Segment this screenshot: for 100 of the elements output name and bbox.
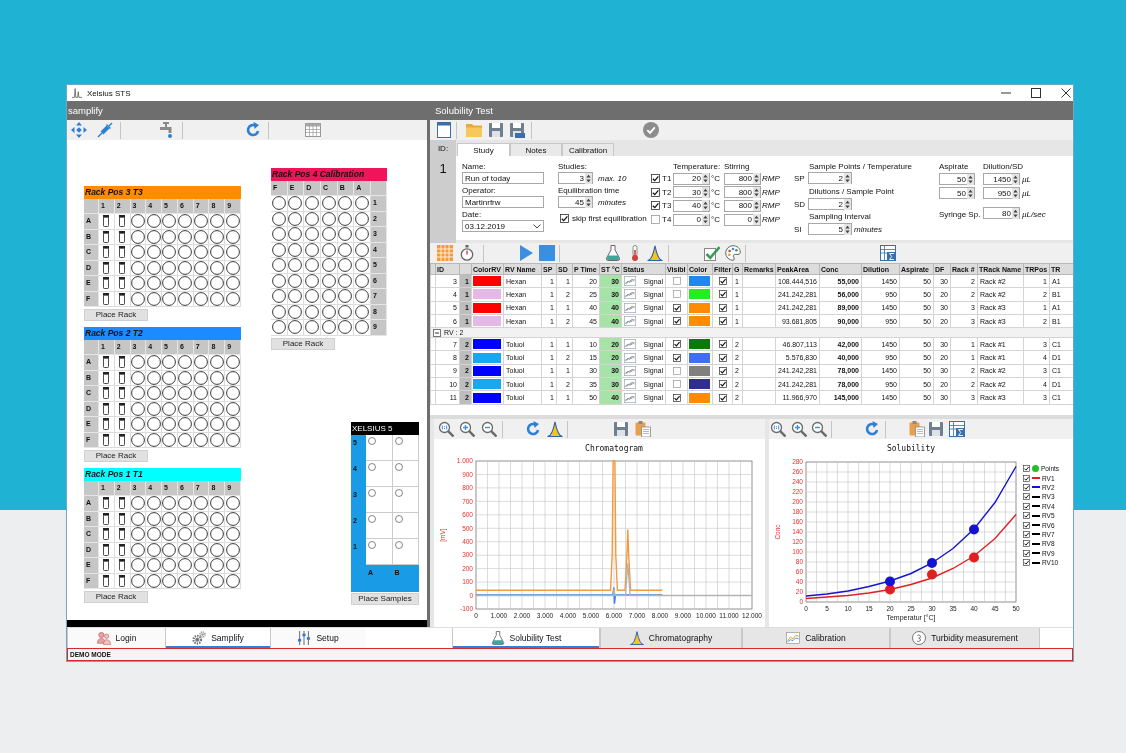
well-icon[interactable] bbox=[209, 417, 224, 432]
well-icon[interactable] bbox=[130, 573, 145, 588]
well-icon[interactable] bbox=[338, 227, 353, 242]
well-icon[interactable] bbox=[338, 289, 353, 304]
place-rack-button[interactable]: Place Rack bbox=[84, 591, 148, 603]
swatch-icon[interactable] bbox=[689, 352, 710, 363]
zoom-reset-icon[interactable] bbox=[438, 421, 454, 437]
operator-field[interactable]: Martinrfrw bbox=[462, 196, 544, 208]
spin-arrows-icon[interactable] bbox=[753, 200, 760, 212]
well-icon[interactable] bbox=[146, 401, 161, 416]
vial-icon[interactable] bbox=[119, 246, 126, 259]
tab[interactable]: Calibration bbox=[562, 143, 614, 156]
clipboard-icon[interactable] bbox=[909, 421, 925, 437]
well-icon[interactable] bbox=[288, 273, 303, 288]
swatch-icon[interactable] bbox=[689, 276, 710, 287]
vial-icon[interactable] bbox=[103, 433, 110, 446]
place-rack-button[interactable]: Place Rack bbox=[271, 337, 335, 350]
spin-arrows-icon[interactable] bbox=[702, 200, 709, 212]
well-icon[interactable] bbox=[209, 542, 224, 557]
vial-icon[interactable] bbox=[103, 559, 110, 572]
spin-arrows-icon[interactable] bbox=[753, 214, 760, 226]
vial-icon[interactable] bbox=[119, 559, 126, 572]
well-icon[interactable] bbox=[194, 401, 209, 416]
tab[interactable]: Calibration bbox=[742, 628, 890, 648]
well-icon[interactable] bbox=[194, 573, 209, 588]
checkbox[interactable] bbox=[1023, 559, 1030, 567]
well-icon[interactable] bbox=[146, 276, 161, 291]
well-icon[interactable] bbox=[305, 227, 320, 242]
place-rack-button[interactable]: Place Rack bbox=[84, 450, 148, 462]
checkbox[interactable] bbox=[718, 340, 727, 349]
swatch-icon[interactable] bbox=[473, 379, 501, 390]
swatch-icon[interactable] bbox=[689, 392, 710, 403]
well-icon[interactable] bbox=[321, 304, 336, 319]
vial-icon[interactable] bbox=[103, 371, 110, 384]
well-icon[interactable] bbox=[146, 527, 161, 542]
checkbox[interactable] bbox=[718, 366, 727, 375]
well-icon[interactable] bbox=[305, 289, 320, 304]
well-icon[interactable] bbox=[305, 320, 320, 335]
vial-icon[interactable] bbox=[103, 215, 110, 228]
well-icon[interactable] bbox=[355, 320, 370, 335]
vial-icon[interactable] bbox=[119, 528, 126, 541]
well-icon[interactable] bbox=[338, 211, 353, 226]
well-icon[interactable] bbox=[194, 260, 209, 275]
well-icon[interactable] bbox=[162, 417, 177, 432]
well-icon[interactable] bbox=[146, 386, 161, 401]
save-icon[interactable] bbox=[928, 421, 944, 437]
well-icon[interactable] bbox=[194, 229, 209, 244]
checkbox[interactable] bbox=[672, 340, 681, 349]
well-icon[interactable] bbox=[394, 489, 403, 497]
well-icon[interactable] bbox=[146, 355, 161, 370]
swatch-icon[interactable] bbox=[473, 339, 501, 350]
vial-icon[interactable] bbox=[103, 528, 110, 541]
well-icon[interactable] bbox=[225, 417, 240, 432]
well-icon[interactable] bbox=[305, 242, 320, 257]
well-icon[interactable] bbox=[338, 320, 353, 335]
well-icon[interactable] bbox=[146, 370, 161, 385]
window-icon[interactable] bbox=[436, 122, 452, 138]
move-icon[interactable] bbox=[71, 122, 87, 138]
tab[interactable]: Study bbox=[457, 143, 510, 156]
name-field[interactable]: Run of today bbox=[462, 172, 544, 184]
well-icon[interactable] bbox=[178, 355, 193, 370]
checkbox[interactable] bbox=[560, 213, 569, 223]
checkbox[interactable] bbox=[651, 187, 660, 197]
well-icon[interactable] bbox=[146, 260, 161, 275]
vial-icon[interactable] bbox=[119, 402, 126, 415]
checkbox[interactable] bbox=[718, 393, 727, 402]
syringe-icon[interactable] bbox=[97, 122, 113, 138]
well-icon[interactable] bbox=[338, 196, 353, 211]
well-icon[interactable] bbox=[288, 304, 303, 319]
flask-icon[interactable] bbox=[605, 245, 621, 261]
swatch-icon[interactable] bbox=[473, 276, 501, 287]
well-icon[interactable] bbox=[288, 242, 303, 257]
well-icon[interactable] bbox=[338, 273, 353, 288]
vial-icon[interactable] bbox=[103, 292, 110, 305]
well-icon[interactable] bbox=[194, 542, 209, 557]
checkbox[interactable] bbox=[1023, 540, 1030, 548]
well-icon[interactable] bbox=[194, 386, 209, 401]
zoom-in-icon[interactable] bbox=[791, 421, 807, 437]
well-icon[interactable] bbox=[271, 320, 286, 335]
number-field[interactable]: 80 bbox=[983, 207, 1020, 219]
number-field[interactable]: 2 bbox=[808, 198, 852, 210]
checkbox[interactable] bbox=[718, 353, 727, 362]
tab[interactable]: Samplify bbox=[165, 628, 270, 648]
well-icon[interactable] bbox=[209, 370, 224, 385]
well-icon[interactable] bbox=[194, 417, 209, 432]
well-icon[interactable] bbox=[130, 229, 145, 244]
well-icon[interactable] bbox=[130, 542, 145, 557]
well-icon[interactable] bbox=[209, 291, 224, 306]
well-icon[interactable] bbox=[225, 276, 240, 291]
well-icon[interactable] bbox=[146, 573, 161, 588]
well-icon[interactable] bbox=[368, 463, 376, 471]
checkbox[interactable] bbox=[718, 303, 727, 312]
vial-icon[interactable] bbox=[103, 246, 110, 259]
well-icon[interactable] bbox=[146, 417, 161, 432]
well-icon[interactable] bbox=[178, 527, 193, 542]
checkbox[interactable] bbox=[672, 393, 681, 402]
number-field[interactable]: 50 bbox=[939, 173, 975, 185]
well-icon[interactable] bbox=[178, 401, 193, 416]
vial-icon[interactable] bbox=[103, 512, 110, 525]
well-icon[interactable] bbox=[130, 386, 145, 401]
